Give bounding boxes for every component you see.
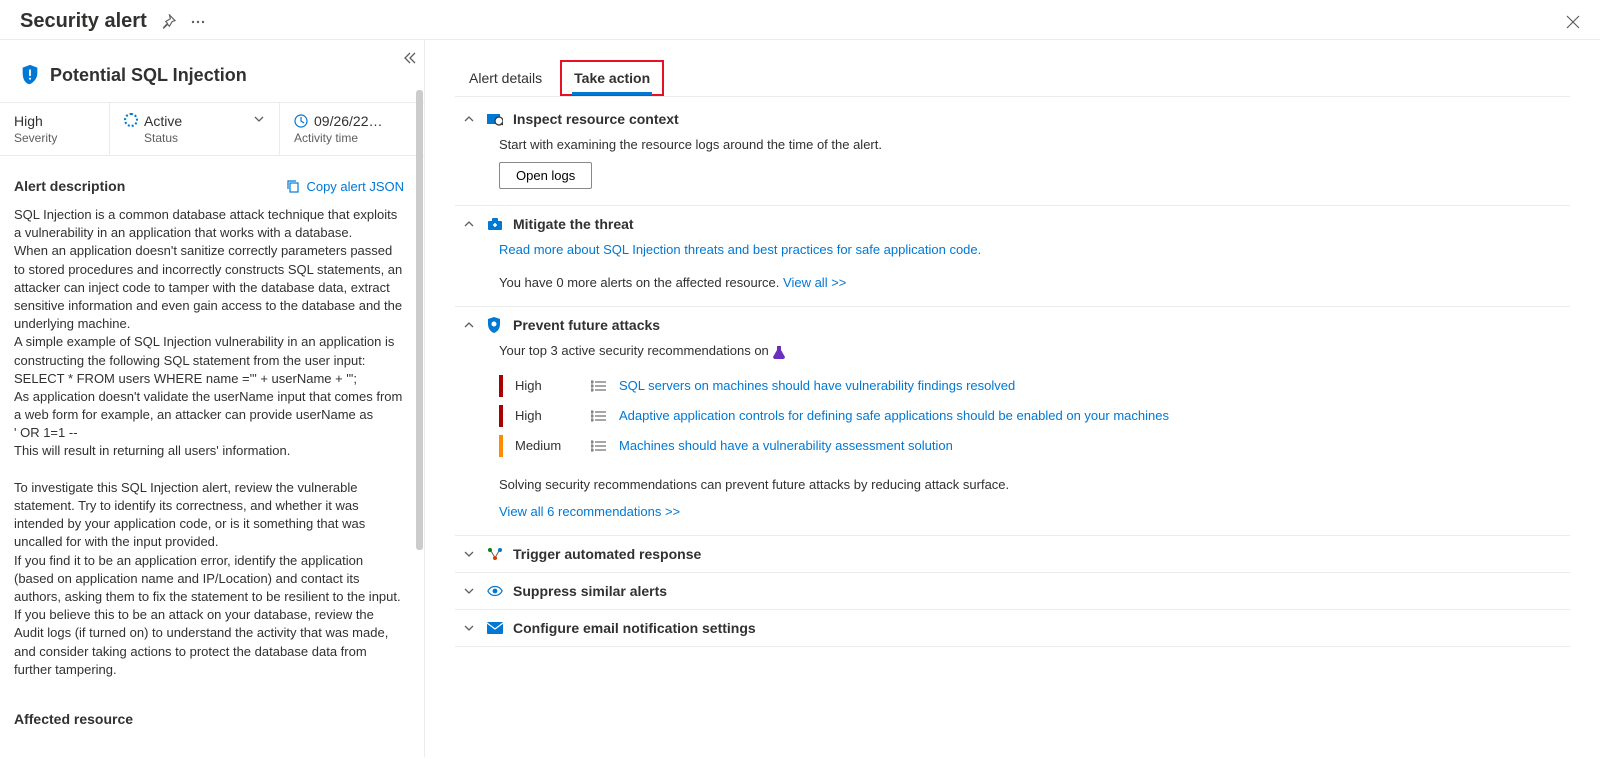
details-panel: Potential SQL Injection High Severity Ac… xyxy=(0,40,425,757)
chevron-down-icon xyxy=(463,622,477,634)
affected-resource-heading: Affected resource xyxy=(14,711,133,727)
tab-alert-details[interactable]: Alert details xyxy=(455,60,556,96)
inspect-text: Start with examining the resource logs a… xyxy=(499,137,1562,152)
close-icon[interactable] xyxy=(1566,15,1580,29)
clock-icon xyxy=(294,114,308,128)
status-spinner-icon xyxy=(124,113,138,127)
alert-title: Potential SQL Injection xyxy=(50,65,247,86)
description-heading: Alert description xyxy=(14,178,125,194)
recommendation-row: High SQL servers on machines should have … xyxy=(499,371,1562,401)
recommendation-row: Medium Machines should have a vulnerabili… xyxy=(499,431,1562,461)
suppress-icon xyxy=(487,585,503,597)
section-prevent-header[interactable]: Prevent future attacks xyxy=(455,307,1570,343)
alert-description-text: SQL Injection is a common database attac… xyxy=(0,200,424,689)
severity-bar xyxy=(499,405,503,427)
status-cell[interactable]: Active Status xyxy=(110,103,280,155)
status-value: Active xyxy=(144,113,182,129)
mitigate-icon xyxy=(487,217,503,231)
prevent-intro-text: Your top 3 active security recommendatio… xyxy=(499,343,772,358)
severity-label: High xyxy=(515,408,579,423)
copy-alert-json-button[interactable]: Copy alert JSON xyxy=(286,179,404,194)
severity-value: High xyxy=(14,113,95,129)
recommendation-link[interactable]: Adaptive application controls for defini… xyxy=(619,408,1169,423)
time-label: Activity time xyxy=(294,131,410,145)
prevent-footer-text: Solving security recommendations can pre… xyxy=(499,477,1562,492)
chevron-down-icon xyxy=(463,548,477,560)
pin-icon[interactable] xyxy=(161,14,176,29)
tabs: Alert details Take action xyxy=(455,60,1570,97)
mitigate-view-all-link[interactable]: View all >> xyxy=(783,275,846,290)
recommendation-link[interactable]: Machines should have a vulnerability ass… xyxy=(619,438,953,453)
action-panel: Alert details Take action Inspect resour… xyxy=(425,40,1600,757)
section-trigger-header[interactable]: Trigger automated response xyxy=(455,536,1570,572)
collapse-panel-icon[interactable] xyxy=(402,50,418,66)
severity-cell: High Severity xyxy=(0,103,110,155)
section-mitigate-header[interactable]: Mitigate the threat xyxy=(455,206,1570,242)
prevent-icon xyxy=(487,317,503,333)
section-prevent: Prevent future attacks Your top 3 active… xyxy=(455,307,1570,536)
list-icon xyxy=(591,410,607,422)
recommendation-link[interactable]: SQL servers on machines should have vuln… xyxy=(619,378,1015,393)
section-inspect-header[interactable]: Inspect resource context xyxy=(455,101,1570,137)
severity-label: High xyxy=(515,378,579,393)
recommendation-row: High Adaptive application controls for de… xyxy=(499,401,1562,431)
chevron-up-icon xyxy=(463,319,477,331)
section-suppress-title: Suppress similar alerts xyxy=(513,583,667,599)
section-suppress-header[interactable]: Suppress similar alerts xyxy=(455,573,1570,609)
severity-bar xyxy=(499,375,503,397)
time-value: 09/26/22… xyxy=(314,113,383,129)
prevent-view-all-link[interactable]: View all 6 recommendations >> xyxy=(499,504,680,519)
email-icon xyxy=(487,622,503,634)
alert-meta: High Severity Active Status xyxy=(0,102,424,156)
section-email: Configure email notification settings xyxy=(455,610,1570,647)
shield-alert-icon xyxy=(20,64,40,86)
severity-bar xyxy=(499,435,503,457)
mitigate-more-alerts-text: You have 0 more alerts on the affected r… xyxy=(499,275,783,290)
page-title: Security alert xyxy=(20,10,147,33)
list-icon xyxy=(591,440,607,452)
section-email-title: Configure email notification settings xyxy=(513,620,756,636)
section-prevent-title: Prevent future attacks xyxy=(513,317,660,333)
tab-take-action[interactable]: Take action xyxy=(560,60,664,96)
chevron-up-icon xyxy=(463,218,477,230)
section-trigger: Trigger automated response xyxy=(455,536,1570,573)
trigger-icon xyxy=(487,547,503,561)
copy-icon xyxy=(286,179,300,193)
chevron-down-icon xyxy=(463,585,477,597)
severity-label: Severity xyxy=(14,131,95,145)
open-logs-button[interactable]: Open logs xyxy=(499,162,592,189)
inspect-icon xyxy=(487,112,503,126)
status-label: Status xyxy=(144,131,247,145)
mitigate-read-more-link[interactable]: Read more about SQL Injection threats an… xyxy=(499,242,981,257)
section-trigger-title: Trigger automated response xyxy=(513,546,701,562)
section-inspect-title: Inspect resource context xyxy=(513,111,679,127)
section-email-header[interactable]: Configure email notification settings xyxy=(455,610,1570,646)
time-cell: 09/26/22… Activity time xyxy=(280,103,424,155)
severity-label: Medium xyxy=(515,438,579,453)
section-mitigate-title: Mitigate the threat xyxy=(513,216,634,232)
section-inspect: Inspect resource context Start with exam… xyxy=(455,101,1570,206)
beaker-icon xyxy=(772,345,786,359)
page-header: Security alert xyxy=(0,0,1600,40)
more-icon[interactable] xyxy=(190,14,206,30)
scrollbar[interactable] xyxy=(416,90,423,550)
list-icon xyxy=(591,380,607,392)
section-suppress: Suppress similar alerts xyxy=(455,573,1570,610)
section-mitigate: Mitigate the threat Read more about SQL … xyxy=(455,206,1570,307)
chevron-down-icon[interactable] xyxy=(253,113,265,125)
chevron-up-icon xyxy=(463,113,477,125)
